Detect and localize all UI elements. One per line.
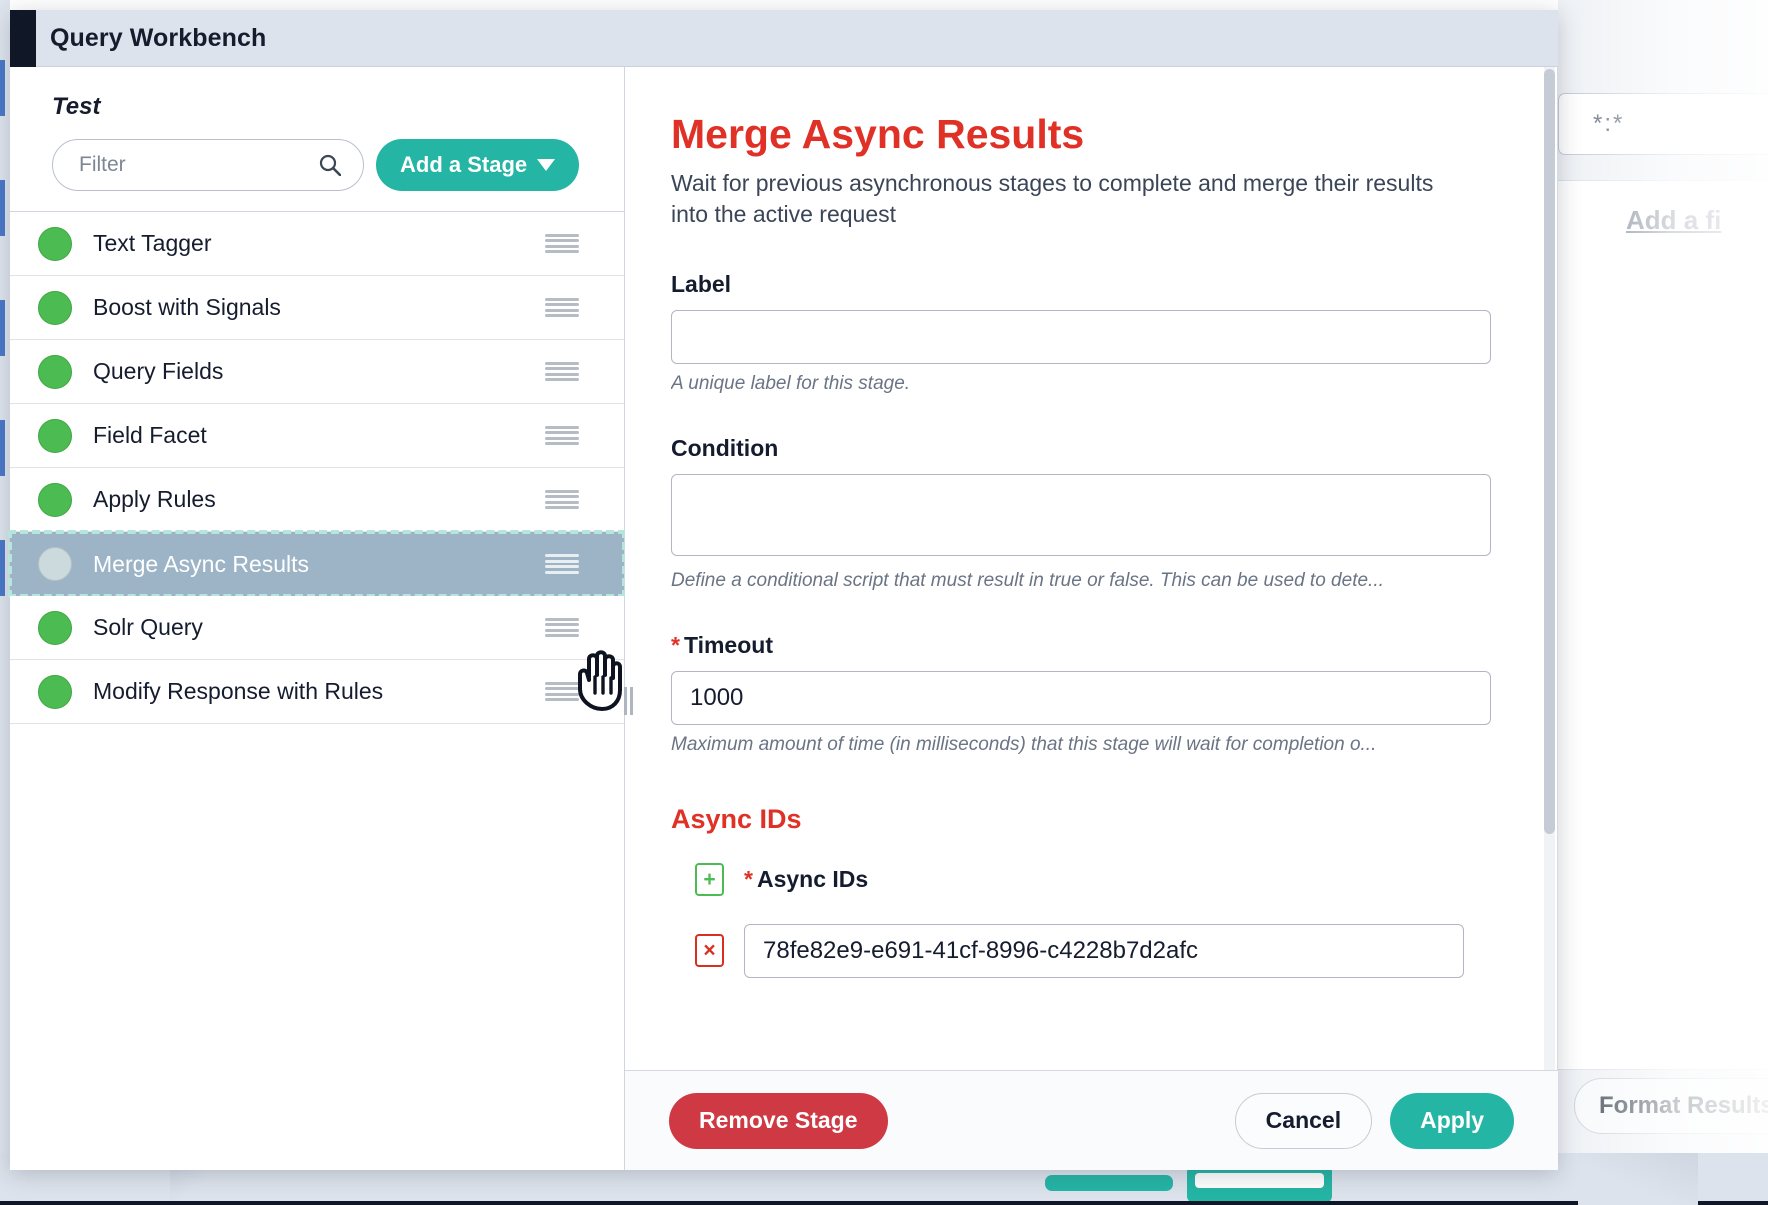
timeout-field-label: *Timeout (671, 632, 1511, 659)
label-input[interactable] (671, 310, 1491, 364)
stage-label: Modify Response with Rules (93, 678, 383, 705)
stage-label: Solr Query (93, 614, 203, 641)
stage-config-pane: Merge Async Results Wait for previous as… (625, 67, 1558, 1170)
dialog-footer: Remove Stage Cancel Apply (625, 1070, 1558, 1170)
status-dot-icon (38, 227, 72, 261)
stage-list-item[interactable]: Boost with Signals (10, 276, 624, 340)
screen: *:* Add a fi Format Results Query Workbe… (0, 0, 1768, 1205)
timeout-input[interactable] (671, 671, 1491, 725)
add-a-stage-button[interactable]: Add a Stage (376, 139, 579, 191)
stage-list-item[interactable]: Modify Response with Rules (10, 660, 624, 724)
stage-config-scroll: Merge Async Results Wait for previous as… (625, 67, 1558, 1070)
stage-list-pane: Test Add a Stage (10, 67, 625, 1170)
query-workbench-dialog: Query Workbench Test (10, 10, 1558, 1170)
chevron-down-icon (537, 159, 555, 171)
background-query-input[interactable]: *:* (1558, 93, 1768, 155)
cancel-button[interactable]: Cancel (1235, 1093, 1372, 1149)
stage-label: Text Tagger (93, 230, 211, 257)
label-field-label: Label (671, 271, 1511, 298)
bottom-teal-bar-2[interactable] (1187, 1165, 1332, 1203)
status-dot-icon (38, 483, 72, 517)
async-ids-label-text: Async IDs (757, 866, 868, 892)
timeout-field-group: *Timeout Maximum amount of time (in mill… (671, 632, 1511, 756)
stage-list-item[interactable]: Text Tagger (10, 212, 624, 276)
condition-field-label: Condition (671, 435, 1511, 462)
format-results-button[interactable]: Format Results (1574, 1078, 1768, 1134)
async-ids-section-title: Async IDs (671, 804, 1511, 835)
background-left-edge (0, 0, 10, 1205)
drag-handle-icon[interactable] (545, 426, 579, 446)
drag-handle-icon[interactable] (545, 682, 579, 702)
stage-list: Text Tagger Boost with Signals Query Fie… (10, 211, 624, 724)
stage-label: Apply Rules (93, 486, 216, 513)
stage-list-item[interactable]: Field Facet (10, 404, 624, 468)
status-dot-icon (38, 611, 72, 645)
dialog-body: Test Add a Stage (10, 67, 1558, 1170)
status-dot-icon (38, 355, 72, 389)
condition-textarea[interactable] (671, 474, 1491, 556)
drag-handle-icon[interactable] (545, 490, 579, 510)
apply-button[interactable]: Apply (1390, 1093, 1514, 1149)
add-field-link[interactable]: Add a fi (1626, 205, 1721, 236)
remove-async-id-button[interactable]: × (695, 934, 724, 967)
stage-config-title: Merge Async Results (671, 113, 1511, 156)
status-dot-icon (38, 291, 72, 325)
stage-label: Field Facet (93, 422, 207, 449)
stage-list-item[interactable]: Query Fields (10, 340, 624, 404)
drag-handle-icon[interactable] (545, 298, 579, 318)
bottom-teal-bar-1[interactable] (1045, 1175, 1173, 1191)
add-a-stage-label: Add a Stage (400, 152, 527, 178)
timeout-label-text: Timeout (684, 632, 773, 658)
drag-handle-icon[interactable] (545, 554, 579, 574)
background-results-card (1558, 180, 1768, 1070)
filter-row: Add a Stage (10, 121, 624, 211)
remove-stage-button[interactable]: Remove Stage (669, 1093, 888, 1149)
timeout-help-text: Maximum amount of time (in milliseconds)… (671, 734, 1497, 756)
bottom-rule (0, 1201, 1768, 1205)
drag-handle-icon[interactable] (545, 618, 579, 638)
async-id-input[interactable] (744, 924, 1464, 978)
async-ids-array-header: + *Async IDs (671, 863, 1511, 896)
required-marker-icon: * (744, 866, 753, 892)
dialog-header: Query Workbench (10, 10, 1558, 67)
search-icon (319, 154, 341, 176)
stage-list-item-selected[interactable]: Merge Async Results (10, 532, 624, 596)
stage-list-item[interactable]: Solr Query (10, 596, 624, 660)
status-dot-icon (38, 419, 72, 453)
stage-label: Merge Async Results (93, 551, 309, 578)
pane-resize-handle[interactable] (622, 687, 634, 715)
page-title: Query Workbench (50, 24, 266, 53)
stage-list-item[interactable]: Apply Rules (10, 468, 624, 532)
filter-box[interactable] (52, 139, 364, 191)
status-dot-icon (38, 675, 72, 709)
drag-handle-icon[interactable] (545, 362, 579, 382)
label-help-text: A unique label for this stage. (671, 373, 1497, 395)
search-input[interactable] (53, 140, 363, 190)
async-id-row: × (671, 924, 1511, 978)
status-dot-icon (38, 547, 72, 581)
async-ids-array-label: *Async IDs (744, 866, 868, 893)
label-field-group: Label A unique label for this stage. (671, 271, 1511, 395)
condition-field-group: Condition Define a conditional script th… (671, 435, 1511, 592)
stage-label: Boost with Signals (93, 294, 281, 321)
stage-label: Query Fields (93, 358, 223, 385)
pipeline-name: Test (10, 67, 624, 121)
add-async-id-button[interactable]: + (695, 863, 724, 896)
background-right-panel: *:* Add a fi Format Results (1558, 0, 1768, 1205)
condition-help-text: Define a conditional script that must re… (671, 570, 1497, 592)
drag-handle-icon[interactable] (545, 234, 579, 254)
stage-config-description: Wait for previous asynchronous stages to… (671, 168, 1461, 231)
required-marker-icon: * (671, 632, 680, 658)
header-accent-bar (10, 10, 36, 67)
config-scrollbar-thumb[interactable] (1544, 69, 1555, 834)
